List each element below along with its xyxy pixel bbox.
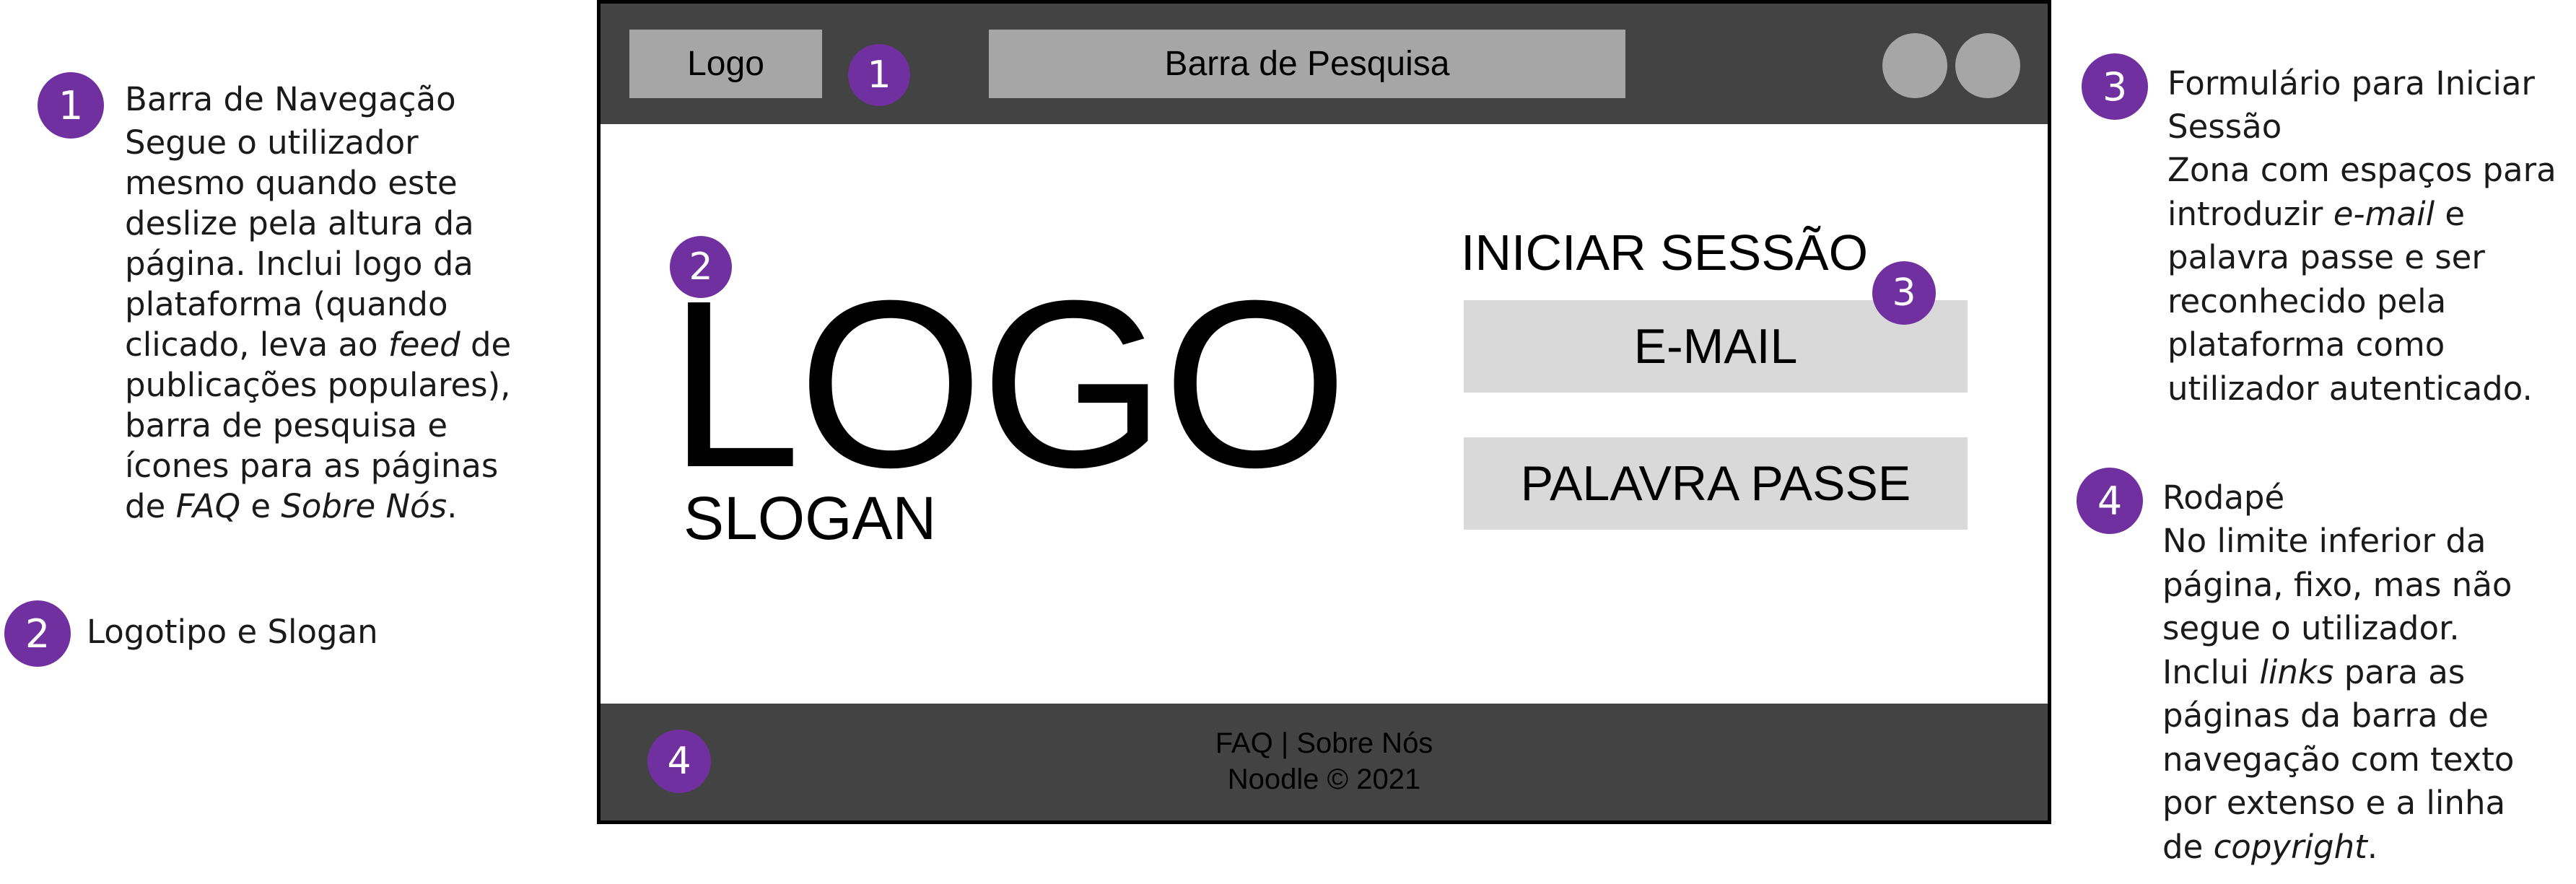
annotation-3-line: reconhecido pela xyxy=(2167,281,2447,320)
header-logo-box[interactable]: Logo xyxy=(629,30,822,98)
annotation-4-line: segue o utilizador. xyxy=(2162,609,2460,647)
annotation-4-text: No limite inferior da página, fixo, mas … xyxy=(2162,520,2514,869)
password-field[interactable]: PALAVRA PASSE xyxy=(1464,437,1968,530)
annotation-4-line: Inclui links para as xyxy=(2162,652,2466,691)
annotation-3-line: introduzir e-mail e xyxy=(2167,194,2466,233)
annotation-4-line: navegação com texto xyxy=(2162,740,2515,779)
annotation-3-line: Zona com espaços para xyxy=(2167,151,2557,189)
annotation-3-badge: 3 xyxy=(2082,53,2148,120)
annotation-3-text: Zona com espaços para introduzir e-mail … xyxy=(2167,149,2557,411)
annotation-3-line: utilizador autenticado. xyxy=(2167,369,2533,408)
annotation-4-line: por extenso e a linha xyxy=(2162,784,2506,822)
annotation-1-line: ícones para as páginas xyxy=(125,447,499,485)
navigation-bar: Logo 1 Barra de Pesquisa xyxy=(601,4,2048,124)
about-page-icon[interactable] xyxy=(1955,33,2020,98)
annotation-1-line: clicado, leva ao feed de xyxy=(125,325,512,364)
annotation-3-line: plataforma como xyxy=(2167,325,2445,364)
footer-links[interactable]: FAQ | Sobre Nós xyxy=(601,725,2048,761)
annotation-1-line: de FAQ e Sobre Nós. xyxy=(125,487,458,525)
logo-text: LOGO xyxy=(668,250,1348,517)
search-bar[interactable]: Barra de Pesquisa xyxy=(989,30,1625,98)
login-badge: 3 xyxy=(1872,261,1936,325)
annotation-3-line: palavra passe e ser xyxy=(2167,238,2485,276)
annotation-2-badge: 2 xyxy=(4,600,71,667)
annotation-4-line: No limite inferior da xyxy=(2162,522,2487,560)
footer-copyright: Noodle © 2021 xyxy=(1227,763,1421,795)
annotation-1-text: Segue o utilizador mesmo quando este des… xyxy=(125,123,511,527)
annotation-1-title: Barra de Navegação xyxy=(125,80,456,118)
login-title: INICIAR SESSÃO xyxy=(1461,224,1869,281)
annotation-4-line: de copyright. xyxy=(2162,827,2378,866)
annotation-1-line: barra de pesquisa e xyxy=(125,406,448,445)
annotation-2-title: Logotipo e Slogan xyxy=(87,613,378,651)
annotation-1-badge: 1 xyxy=(38,72,104,139)
wireframe-window: Logo 1 Barra de Pesquisa 2 LOGO SLOGAN I… xyxy=(597,0,2051,824)
annotation-1-line: página. Inclui logo da xyxy=(125,245,473,283)
annotation-3-title-line: Formulário para Iniciar xyxy=(2167,64,2535,102)
faq-page-icon[interactable] xyxy=(1882,33,1947,98)
annotation-4-title: Rodapé xyxy=(2162,478,2285,517)
slogan-text: SLOGAN xyxy=(684,484,937,552)
annotation-3-title: Formulário para Iniciar Sessão xyxy=(2167,62,2535,149)
annotation-1-line: mesmo quando este xyxy=(125,164,458,202)
annotation-1-line: publicações populares), xyxy=(125,366,511,404)
annotation-4-line: páginas da barra de xyxy=(2162,696,2489,735)
header-badge: 1 xyxy=(848,44,910,106)
annotation-4-badge: 4 xyxy=(2077,468,2143,534)
footer: 4 FAQ | Sobre Nós Noodle © 2021 xyxy=(601,704,2048,820)
annotation-3-title-line: Sessão xyxy=(2167,108,2282,146)
annotation-1-line: Segue o utilizador xyxy=(125,123,419,162)
annotation-4-line: página, fixo, mas não xyxy=(2162,565,2512,604)
annotation-1-line: plataforma (quando xyxy=(125,285,448,323)
annotation-1-line: deslize pela altura da xyxy=(125,204,474,242)
